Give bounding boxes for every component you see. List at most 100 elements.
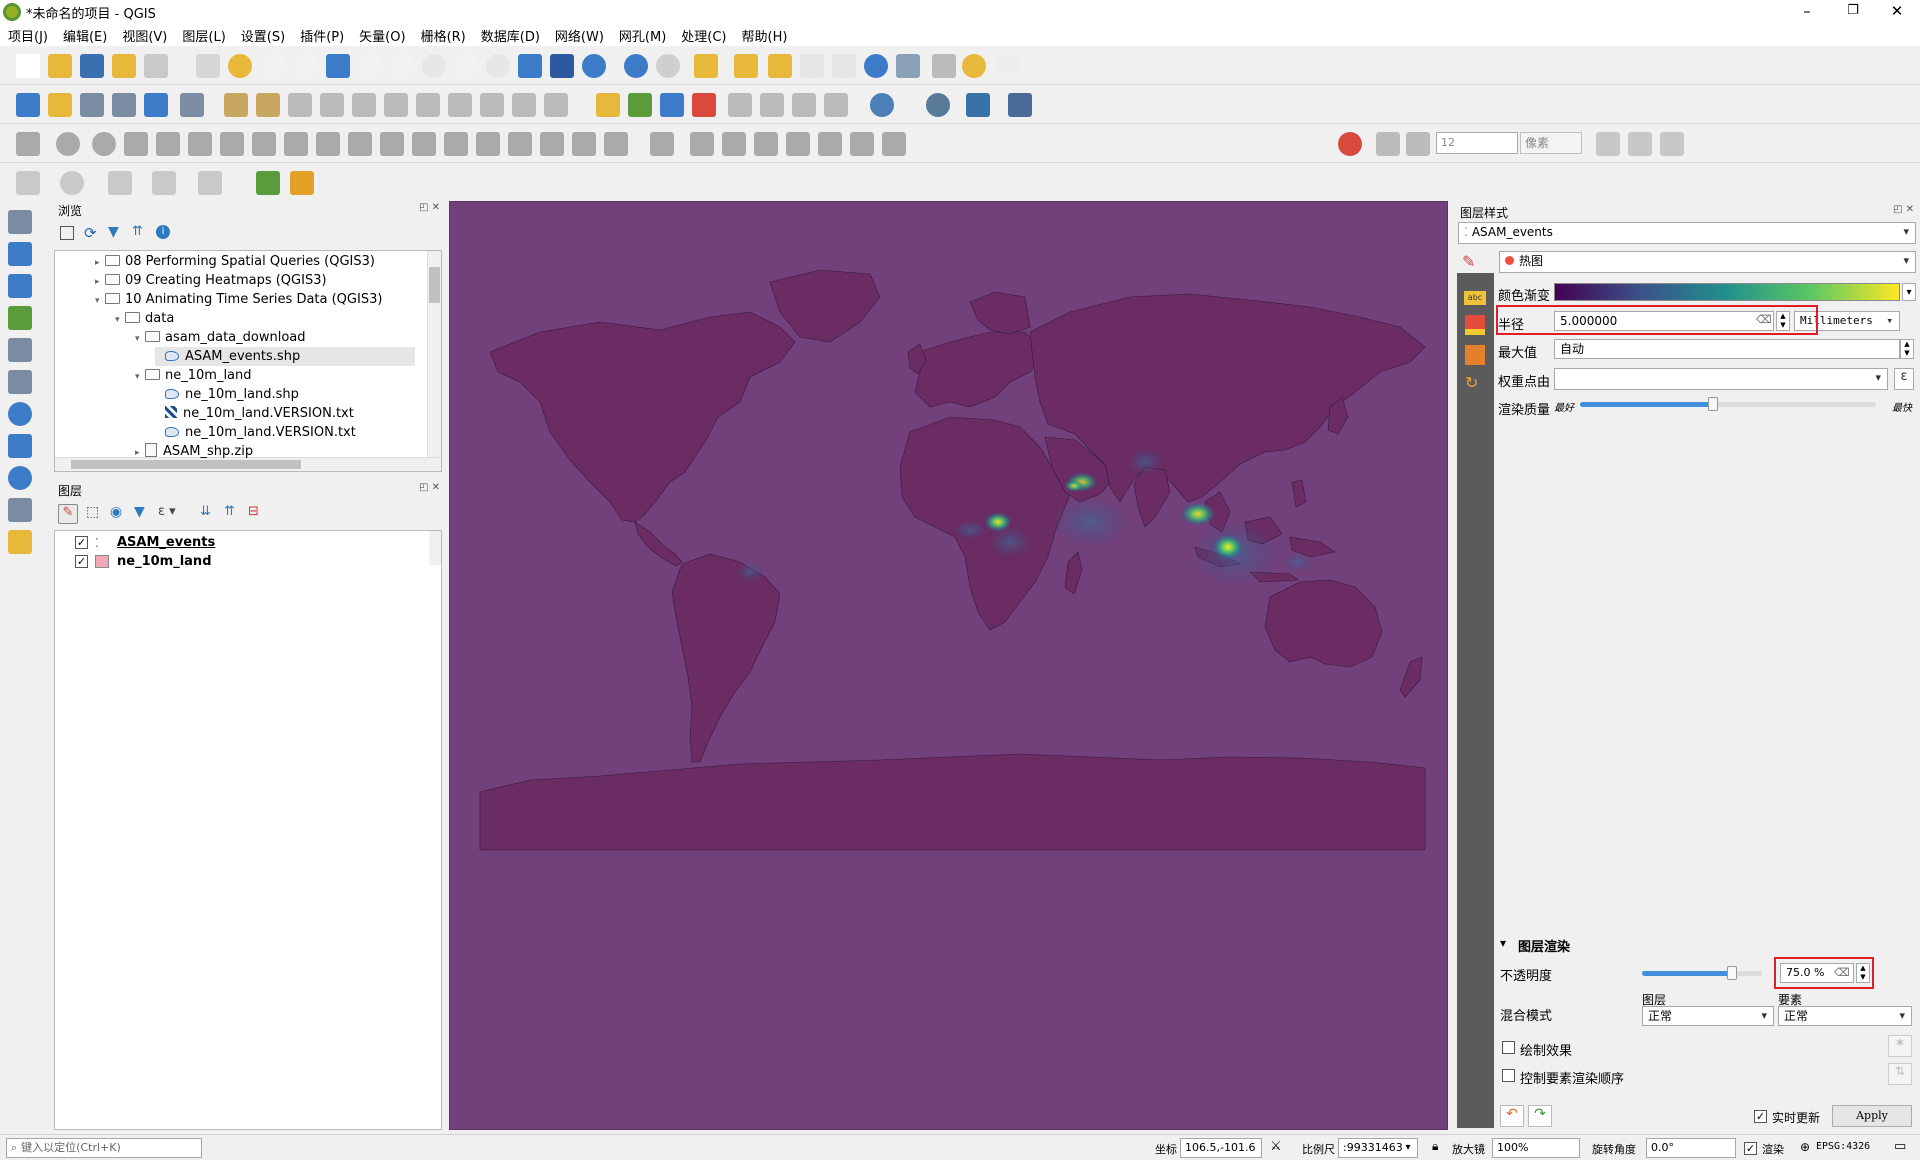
tracing-icon[interactable] [1660,132,1684,156]
browser-item[interactable]: ▸ ASAM_shp.zip [135,442,253,461]
data-source-manager-icon[interactable] [16,93,40,117]
modify-attributes-icon[interactable] [352,93,376,117]
add-group-icon[interactable]: ⬚ [86,504,99,520]
3d-view-tab-icon[interactable] [1465,315,1485,335]
crs-label[interactable]: EPSG:4326 [1816,1141,1870,1152]
close-button[interactable]: ✕ [1874,0,1920,24]
panel-float-close-icons[interactable]: ◰ ✕ [419,482,440,493]
layers-scrollbar[interactable] [429,531,441,565]
add-geonode-icon[interactable] [8,530,32,554]
menu-item-2[interactable]: 视图(V) [114,24,174,46]
show-hide-labels-icon[interactable] [728,93,752,117]
browser-vertical-scrollbar[interactable] [427,251,441,459]
identify-icon[interactable] [624,54,648,78]
browser-tree[interactable]: ▸ 08 Performing Spatial Queries (QGIS3) ▸ 0… [54,250,442,472]
diagrams-tab-icon[interactable] [1465,345,1485,365]
info-icon[interactable]: i [156,225,170,239]
chart-icon[interactable] [786,132,810,156]
add-part-icon[interactable] [316,132,340,156]
toolbox-gear-icon[interactable] [864,54,888,78]
max-value-input[interactable]: 自动 [1554,339,1900,359]
collapse-arrow-icon[interactable]: ▾ [1500,936,1506,950]
offset-point-icon[interactable] [690,132,714,156]
zoom-last-icon[interactable] [454,54,478,78]
menu-item-7[interactable]: 栅格(R) [413,24,473,46]
merge-attributes-icon[interactable] [604,132,628,156]
layer-select[interactable]: ⁚ ASAM_events [1458,222,1916,244]
browser-item[interactable]: ne_10m_land.VERSION.txt [155,423,356,442]
add-spatialite-icon[interactable] [8,338,32,362]
render-quality-slider[interactable] [1580,397,1876,411]
pan-to-selection-icon[interactable] [228,54,252,78]
layer-visibility-checkbox[interactable]: ✓ [75,536,88,549]
delete-part-icon[interactable] [412,132,436,156]
split-parts-icon[interactable] [540,132,564,156]
database-icon[interactable] [870,93,894,117]
rectangle-digitize-icon[interactable] [152,171,176,195]
renderer-select[interactable]: 热图 [1499,251,1916,273]
search-locator-icon[interactable] [256,171,280,195]
save-project-icon[interactable] [80,54,104,78]
history-tab-icon[interactable]: ↻ [1465,373,1485,393]
ellipse-digitize-icon[interactable] [108,171,132,195]
minimize-button[interactable]: – [1784,0,1830,24]
regular-polygon-icon[interactable] [198,171,222,195]
browser-item[interactable]: ne_10m_land.shp [155,385,299,404]
add-virtual-layer-icon[interactable] [8,370,32,394]
browser-item[interactable]: ▾ data [115,309,174,328]
zoom-native-icon[interactable] [422,54,446,78]
effects-settings-star-icon[interactable]: ✶ [1888,1035,1912,1057]
live-update-checkbox[interactable]: ✓ [1754,1110,1767,1123]
topological-editing-icon[interactable] [1596,132,1620,156]
menu-item-1[interactable]: 编辑(E) [55,24,114,46]
zoom-out-icon[interactable] [294,54,318,78]
add-arcgis-icon[interactable] [8,498,32,522]
new-geopackage-icon[interactable] [48,93,72,117]
geometry-checker-icon[interactable] [818,132,842,156]
trim-extend-icon[interactable] [722,132,746,156]
refresh-icon[interactable] [582,54,606,78]
collapse-all-icon[interactable]: ⇈ [132,224,143,239]
topology-icon[interactable] [850,132,874,156]
filter-legend-icon[interactable]: ▼ [134,504,145,520]
pin-labels-icon[interactable] [692,93,716,117]
add-wcs-layer-icon[interactable] [8,434,32,458]
expression-filter-icon[interactable]: ε ▾ [158,504,176,519]
zoom-layer-icon[interactable] [390,54,414,78]
menu-item-12[interactable]: 帮助(H) [734,24,795,46]
expand-all-icon[interactable]: ⇊ [200,504,211,519]
zoom-selection-icon[interactable] [358,54,382,78]
color-ramp-dropdown-icon[interactable]: ▾ [1902,283,1916,301]
browser-item[interactable]: ▾ 10 Animating Time Series Data (QGIS3) [95,290,382,309]
expand-caret-icon[interactable]: ▾ [115,311,125,330]
menu-item-3[interactable]: 图层(L) [174,24,232,46]
add-mesh-layer-icon[interactable] [8,274,32,298]
qgis-cloud-icon[interactable] [926,93,950,117]
new-virtual-layer-icon[interactable] [144,93,168,117]
refresh-icon[interactable]: ⟳ [84,224,97,242]
weight-field-select[interactable] [1554,368,1888,390]
opacity-handle[interactable] [1727,966,1737,980]
help-icon[interactable] [1008,93,1032,117]
paste-features-icon[interactable] [480,93,504,117]
intersection-icon[interactable] [1628,132,1652,156]
run-action-icon[interactable] [656,54,680,78]
select-by-value-icon[interactable] [734,54,758,78]
draw-effects-checkbox[interactable] [1502,1041,1515,1054]
sum-sigma-icon[interactable] [896,54,920,78]
open-project-icon[interactable] [48,54,72,78]
control-order-checkbox[interactable] [1502,1069,1515,1082]
lock-scale-icon[interactable]: 🔒︎ [1432,1139,1438,1154]
order-settings-icon[interactable]: ⇅ [1888,1063,1912,1085]
layer-name[interactable]: ASAM_events [117,533,215,552]
expand-caret-icon[interactable]: ▸ [135,444,145,463]
locator-search-input[interactable]: ⌕ 键入以定位(Ctrl+K) [6,1138,202,1158]
snap-tolerance-spinbox[interactable]: 12 [1436,132,1518,154]
label-toolbar-icon[interactable] [596,93,620,117]
new-shapefile-icon[interactable] [80,93,104,117]
new-project-icon[interactable] [16,54,40,78]
add-polygon-icon[interactable] [156,132,180,156]
browser-item[interactable]: ▾ asam_data_download [135,328,306,347]
zoom-next-icon[interactable] [486,54,510,78]
labels-tab-icon[interactable]: abc [1464,291,1486,305]
